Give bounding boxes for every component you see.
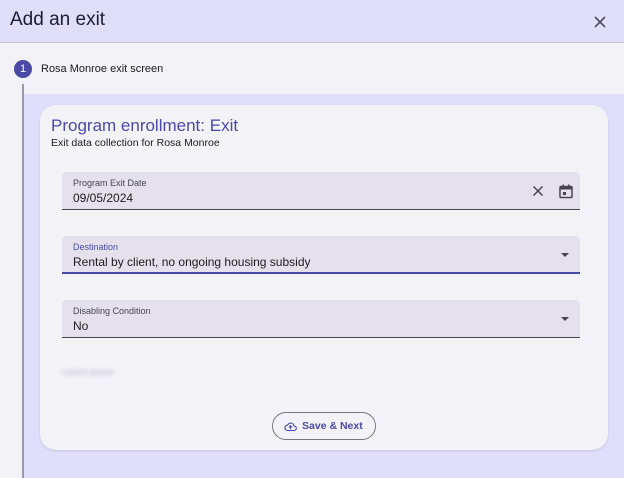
dialog-header: Add an exit (0, 0, 624, 43)
step-label: Rosa Monroe exit screen (41, 63, 164, 75)
destination-value[interactable]: Rental by client, no ongoing housing sub… (73, 255, 311, 269)
stepper-header: 1 Rosa Monroe exit screen (0, 44, 624, 94)
save-next-label: Save & Next (302, 420, 363, 432)
cloud-upload-icon (284, 422, 297, 432)
exit-date-label: Program Exit Date (73, 178, 147, 188)
close-icon[interactable] (590, 12, 610, 32)
save-next-button[interactable]: Save & Next (272, 412, 376, 440)
dialog-title: Add an exit (10, 9, 106, 30)
calendar-icon[interactable] (558, 183, 574, 199)
dropdown-arrow-icon[interactable] (561, 317, 569, 321)
disabling-condition-value[interactable]: No (73, 319, 88, 333)
destination-select[interactable]: Destination Rental by client, no ongoing… (62, 236, 580, 274)
form-card: Program enrollment: Exit Exit data colle… (40, 105, 608, 450)
form-title: Program enrollment: Exit (51, 116, 239, 135)
disabling-condition-label: Disabling Condition (73, 306, 151, 316)
exit-date-value[interactable]: 09/05/2024 (73, 191, 133, 205)
destination-label: Destination (73, 242, 119, 252)
blurred-text: Lorem ipsum (62, 367, 115, 377)
form-subtitle: Exit data collection for Rosa Monroe (51, 137, 220, 149)
exit-date-field[interactable]: Program Exit Date 09/05/2024 (62, 172, 580, 210)
dropdown-arrow-icon[interactable] (561, 253, 569, 257)
step-number-badge: 1 (14, 60, 32, 78)
disabling-condition-select[interactable]: Disabling Condition No (62, 300, 580, 338)
clear-icon[interactable] (530, 183, 546, 199)
